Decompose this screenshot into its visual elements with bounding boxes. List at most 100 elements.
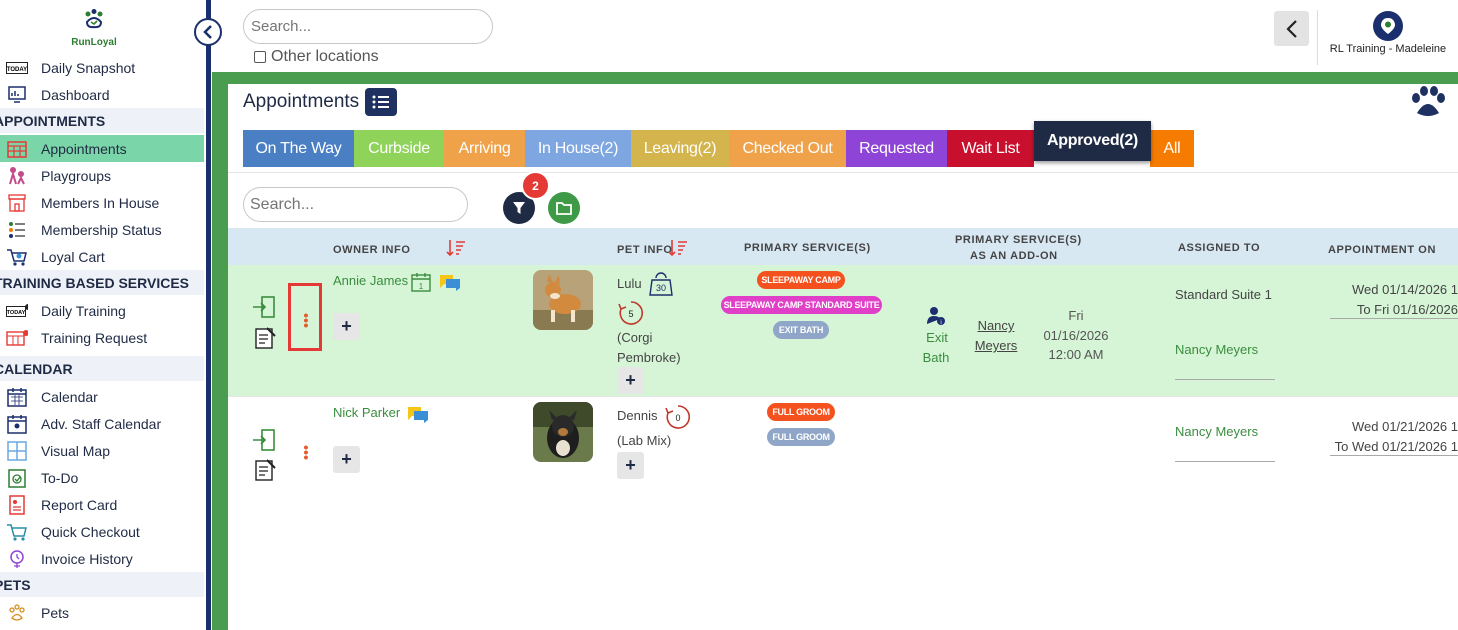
sidebar-item-label: To-Do [41, 469, 79, 486]
appointment-search-input[interactable] [243, 187, 468, 222]
other-locations-label: Other locations [271, 48, 379, 65]
sidebar-item-visual-map[interactable]: Visual Map [0, 437, 204, 464]
add-button[interactable]: + [333, 313, 360, 340]
service-pill[interactable]: FULL GROOM [767, 428, 835, 446]
sort-icon[interactable] [668, 238, 688, 258]
tab-on-the-way[interactable]: On The Way [243, 130, 354, 167]
addon-service-label-line2: Bath [922, 350, 950, 365]
addon-staff-link-line2[interactable]: Meyers [970, 338, 1022, 353]
sidebar-item-playgroups[interactable]: Playgroups [0, 162, 204, 189]
service-pill[interactable]: FULL GROOM [767, 403, 835, 421]
header-green-bar [212, 72, 1458, 84]
playgroups-icon [6, 166, 28, 186]
house-icon [6, 193, 28, 213]
sidebar-item-calendar[interactable]: Calendar [0, 383, 204, 410]
tab-checked-out[interactable]: Checked Out [729, 130, 846, 167]
assigned-room[interactable]: Standard Suite 1 [1175, 287, 1272, 302]
col-addon-line2: AS AN ADD-ON [970, 250, 1058, 262]
pet-breed: (Corgi [617, 330, 653, 345]
cart-icon [6, 247, 28, 267]
sidebar-item-appointments[interactable]: Appointments [0, 135, 204, 162]
sidebar-item-adv-staff-calendar[interactable]: Adv. Staff Calendar [0, 410, 204, 437]
check-in-icon[interactable] [252, 428, 276, 452]
map-icon [6, 440, 28, 461]
sidebar-item-daily-training[interactable]: TODAY Daily Training [0, 297, 204, 324]
owner-name[interactable]: Annie James [333, 273, 408, 288]
list-view-button[interactable] [365, 88, 397, 116]
col-primary-services: PRIMARY SERVICE(S) [744, 242, 871, 254]
sidebar-item-members-in-house[interactable]: Members In House [0, 189, 204, 216]
pet-name[interactable]: Lulu [617, 276, 642, 291]
sidebar-item-pets[interactable]: Pets [0, 599, 204, 626]
runloyal-logo[interactable]: RunLoyal [64, 8, 124, 48]
more-options-button[interactable]: • • • [302, 308, 310, 332]
svg-text:TODAY: TODAY [7, 67, 27, 73]
tab-requested[interactable]: Requested [846, 130, 947, 167]
tab-wait-list[interactable]: Wait List [947, 130, 1034, 167]
assigned-staff[interactable]: Nancy Meyers [1175, 342, 1258, 357]
tab-approved[interactable]: Approved(2) [1034, 121, 1151, 161]
invoice-history-icon [6, 549, 28, 569]
visit-count-icon: 0 [665, 405, 690, 429]
service-pill[interactable]: SLEEPAWAY CAMP [757, 271, 845, 289]
calendar-badge-icon[interactable]: 1 [410, 271, 432, 293]
pet-name[interactable]: Dennis [617, 408, 657, 423]
sidebar-item-quick-checkout[interactable]: Quick Checkout [0, 518, 204, 545]
sidebar-item-daily-snapshot[interactable]: TODAY Daily Snapshot [0, 54, 204, 81]
chat-icon[interactable] [438, 272, 462, 292]
global-search-input[interactable] [243, 9, 493, 44]
sidebar-item-loyal-cart[interactable]: Loyal Cart [0, 243, 204, 270]
appointment-start: Wed 01/14/2026 1 [1351, 282, 1458, 297]
tab-all[interactable]: All [1150, 130, 1194, 167]
sidebar-item-report-card[interactable]: Report Card [0, 491, 204, 518]
back-button[interactable] [1274, 11, 1309, 46]
checkbox-box[interactable] [254, 51, 266, 63]
addon-staff-link[interactable]: Nancy [972, 318, 1020, 333]
other-locations-checkbox[interactable]: Other locations [254, 48, 379, 66]
sidebar-item-to-do[interactable]: To-Do [0, 464, 204, 491]
tab-arriving[interactable]: Arriving [444, 130, 525, 167]
service-pill[interactable]: SLEEPAWAY CAMP STANDARD SUITE [721, 296, 882, 314]
sort-icon[interactable] [446, 238, 466, 258]
sidebar-item-label: Members In House [41, 194, 160, 211]
add-button[interactable]: + [333, 446, 360, 473]
addon-day: Fri [1068, 308, 1084, 323]
pet-photo[interactable] [533, 270, 593, 330]
col-pet-info: PET INFO [617, 244, 673, 256]
notes-icon[interactable] [253, 326, 277, 350]
sidebar-item-invoice-history[interactable]: Invoice History [0, 545, 204, 572]
brand-name: RunLoyal [71, 37, 117, 48]
assigned-staff[interactable]: Nancy Meyers [1175, 424, 1258, 439]
assigned-underline [1175, 461, 1275, 462]
sidebar-item-label: Daily Snapshot [41, 59, 136, 76]
check-in-icon[interactable] [252, 295, 276, 319]
sidebar-item-label: Loyal Cart [41, 248, 105, 265]
service-pill[interactable]: EXIT BATH [773, 321, 829, 339]
notes-icon[interactable] [253, 458, 277, 482]
tab-curbside[interactable]: Curbside [354, 130, 444, 167]
sidebar-item-membership-status[interactable]: Membership Status [0, 216, 204, 243]
pet-breed: (Lab Mix) [617, 433, 672, 448]
sidebar-item-dashboard[interactable]: Dashboard [0, 81, 204, 108]
paw-button[interactable] [1408, 84, 1448, 120]
tab-leaving[interactable]: Leaving(2) [631, 130, 729, 167]
section-training: TRAINING BASED SERVICES [0, 270, 204, 295]
sidebar-item-training-request[interactable]: Training Request [0, 324, 204, 351]
user-name[interactable]: RL Training - Madeleine [1326, 43, 1450, 55]
tab-in-house[interactable]: In House(2) [525, 130, 631, 167]
report-card-icon [6, 494, 28, 515]
membership-list-icon [6, 220, 28, 240]
pet-photo[interactable] [533, 402, 593, 462]
chat-icon[interactable] [406, 404, 430, 424]
export-button[interactable] [548, 192, 580, 224]
add-pet-button[interactable]: + [617, 452, 644, 479]
section-appointments: APPOINTMENTS [0, 108, 204, 133]
add-pet-button[interactable]: + [617, 367, 644, 394]
appointment-underline [1330, 318, 1458, 319]
collapse-sidebar-button[interactable] [194, 18, 222, 46]
owner-name[interactable]: Nick Parker [333, 405, 400, 420]
sidebar-item-label: Dashboard [41, 86, 110, 103]
sidebar-item-label: Daily Training [41, 302, 126, 319]
more-options-button[interactable]: • • • [302, 440, 310, 464]
user-avatar[interactable] [1373, 11, 1403, 41]
